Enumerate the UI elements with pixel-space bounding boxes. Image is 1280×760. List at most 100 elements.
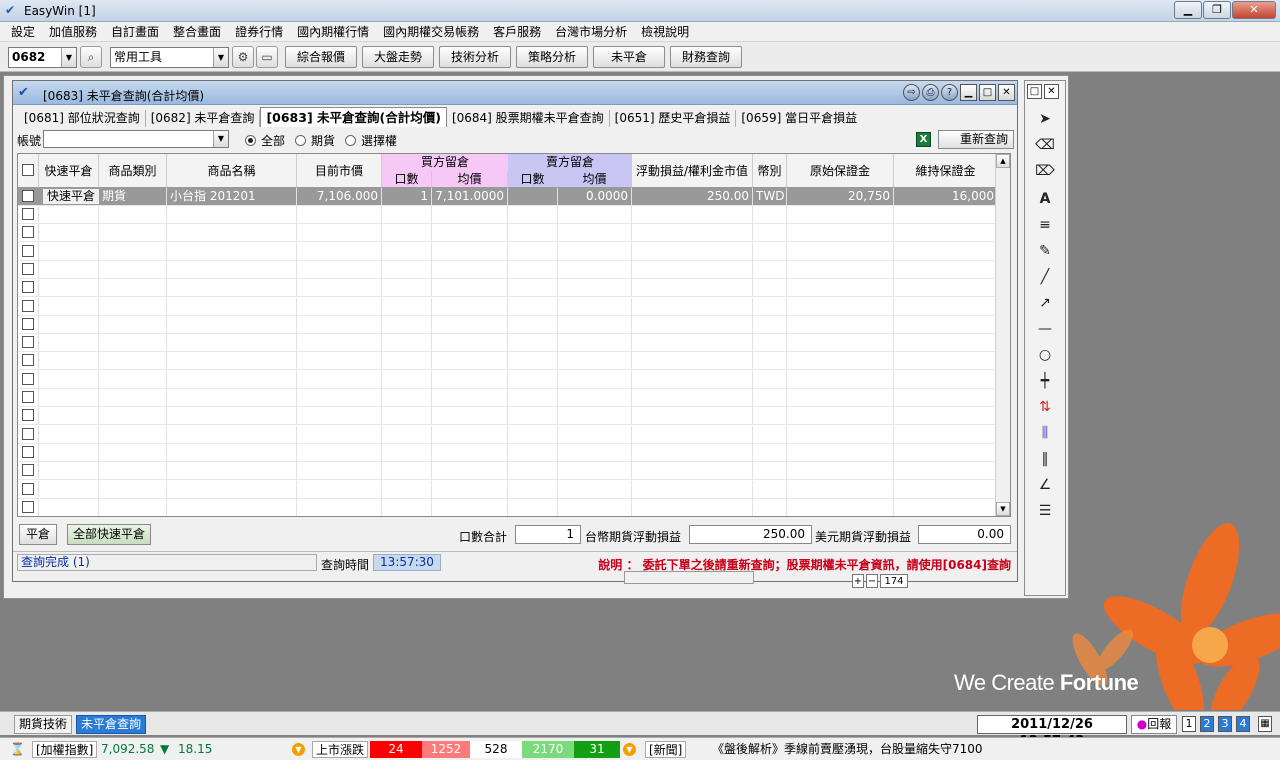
tool-select[interactable]: 常用工具 ▼: [110, 47, 229, 68]
search-icon[interactable]: ⌕: [80, 46, 102, 68]
grid-layout-icon[interactable]: ▦: [1258, 716, 1272, 732]
plus-icon[interactable]: +: [852, 574, 864, 588]
select-all-checkbox[interactable]: [22, 164, 34, 176]
gear-icon[interactable]: ⚙: [232, 46, 254, 68]
lines-icon[interactable]: ≡: [1025, 215, 1065, 235]
toolbar-button-finance[interactable]: 財務查詢: [670, 46, 742, 68]
row-checkbox[interactable]: [22, 500, 34, 513]
minimize-icon[interactable]: ▁: [960, 84, 977, 101]
restore-icon[interactable]: ❐: [1203, 1, 1231, 19]
empty-row[interactable]: [18, 315, 998, 334]
tab-0684[interactable]: [0684] 股票期權未平倉查詢: [447, 110, 610, 127]
menu-securities-quotes[interactable]: 證券行情: [228, 23, 290, 40]
toolbar-button-quotes[interactable]: 綜合報價: [285, 46, 357, 68]
tab-0651[interactable]: [0651] 歷史平倉損益: [610, 110, 737, 127]
angle-icon[interactable]: ∠: [1025, 475, 1065, 495]
radio-dot[interactable]: [245, 135, 256, 146]
radio-all[interactable]: 全部: [245, 132, 285, 149]
print-icon[interactable]: ⎙: [922, 84, 939, 101]
empty-row[interactable]: [18, 352, 998, 371]
empty-row[interactable]: [18, 206, 998, 224]
radio-dot[interactable]: [345, 135, 356, 146]
radio-dot[interactable]: [295, 135, 306, 146]
row-checkbox[interactable]: [22, 409, 34, 422]
news-headline[interactable]: 《盤後解析》季線前賣壓湧現，台股量縮失守7100: [712, 741, 983, 758]
menu-integrated-screen[interactable]: 整合畫面: [166, 23, 228, 40]
tab-0659[interactable]: [0659] 當日平倉損益: [736, 110, 862, 127]
empty-row[interactable]: [18, 224, 998, 243]
menu-taiwan-market[interactable]: 台灣市場分析: [548, 23, 634, 40]
row-checkbox[interactable]: [22, 281, 34, 294]
task-tab-open-position[interactable]: 未平倉查詢: [76, 715, 147, 734]
vertical-scrollbar[interactable]: ▲ ▼: [995, 154, 1010, 516]
layout-2[interactable]: 2: [1200, 716, 1214, 732]
close-icon[interactable]: ✕: [1044, 84, 1059, 99]
text-tag-icon[interactable]: ☰: [1025, 501, 1065, 521]
text-icon[interactable]: A: [1025, 189, 1065, 209]
background-hscroll[interactable]: [624, 571, 754, 584]
code-combo[interactable]: 0682 ▼: [8, 47, 77, 68]
report-button[interactable]: ●回報: [1131, 715, 1177, 734]
row-checkbox[interactable]: [22, 299, 34, 312]
empty-row[interactable]: [18, 260, 998, 279]
help-icon[interactable]: ?: [941, 84, 958, 101]
minus-icon[interactable]: −: [866, 574, 878, 588]
tab-0683[interactable]: [0683] 未平倉查詢(合計均價): [260, 107, 447, 127]
row-checkbox[interactable]: [22, 482, 34, 495]
tab-0681[interactable]: [0681] 部位狀況查詢: [19, 110, 146, 127]
empty-row[interactable]: [18, 443, 998, 462]
menu-settings[interactable]: 設定: [4, 23, 42, 40]
eraser-all-icon[interactable]: ⌦: [1025, 161, 1065, 181]
empty-row[interactable]: [18, 370, 998, 389]
empty-row[interactable]: [18, 407, 998, 426]
quick-close-button[interactable]: 快速平倉: [42, 188, 100, 205]
paint-icon[interactable]: ✎: [1025, 241, 1065, 261]
empty-row[interactable]: [18, 334, 998, 353]
row-checkbox[interactable]: [22, 244, 34, 257]
layout-3[interactable]: 3: [1218, 716, 1232, 732]
close-icon[interactable]: ✕: [1232, 1, 1276, 19]
toolbar-button-technical[interactable]: 技術分析: [439, 46, 511, 68]
table-row[interactable]: 快速平倉 期貨 小台指 201201 7,106.000 1 7,101.000…: [18, 188, 998, 206]
empty-row[interactable]: [18, 297, 998, 316]
scroll-down-icon[interactable]: ▼: [996, 502, 1010, 516]
circle-icon[interactable]: ○: [1025, 345, 1065, 365]
chevron-down-icon[interactable]: ▼: [61, 48, 76, 67]
menu-view-help[interactable]: 檢視說明: [634, 23, 696, 40]
empty-row[interactable]: [18, 425, 998, 444]
radio-futures[interactable]: 期貨: [295, 132, 335, 149]
tab-0682[interactable]: [0682] 未平倉查詢: [146, 110, 261, 127]
menu-customer-service[interactable]: 客戶服務: [486, 23, 548, 40]
close-icon[interactable]: ✕: [998, 84, 1015, 101]
eraser-icon[interactable]: ⌫: [1025, 135, 1065, 155]
pointer-icon[interactable]: ➤: [1025, 109, 1065, 129]
toolbar-button-strategy[interactable]: 策略分析: [516, 46, 588, 68]
layout-4[interactable]: 4: [1236, 716, 1250, 732]
radio-options[interactable]: 選擇權: [345, 132, 397, 149]
refresh-button[interactable]: 重新查詢: [938, 130, 1014, 149]
row-checkbox[interactable]: [22, 427, 34, 440]
maximize-icon[interactable]: □: [979, 84, 996, 101]
row-checkbox[interactable]: [22, 445, 34, 458]
parallel-lines-icon[interactable]: ‖: [1025, 449, 1065, 469]
row-checkbox[interactable]: [22, 208, 34, 220]
toolbar-button-open-position[interactable]: 未平倉: [593, 46, 665, 68]
empty-row[interactable]: [18, 279, 998, 298]
empty-row[interactable]: [18, 462, 998, 481]
close-position-button[interactable]: 平倉: [19, 524, 57, 545]
index-orb-icon[interactable]: ▼: [292, 743, 305, 756]
layout-1[interactable]: 1: [1182, 716, 1196, 732]
close-all-button[interactable]: 全部快速平倉: [67, 524, 151, 545]
row-checkbox[interactable]: [22, 262, 34, 275]
window-add-icon[interactable]: ▭: [256, 46, 278, 68]
task-tab-futures-tech[interactable]: 期貨技術: [14, 715, 73, 734]
export-icon[interactable]: ⇨: [903, 84, 920, 101]
line-icon[interactable]: ╱: [1025, 267, 1065, 287]
market-orb-icon[interactable]: ▼: [623, 743, 636, 756]
horizontal-line-icon[interactable]: —: [1025, 319, 1065, 339]
chevron-down-icon[interactable]: ▼: [213, 131, 228, 147]
arrow-line-icon[interactable]: ↗: [1025, 293, 1065, 313]
toolbar-button-market-trend[interactable]: 大盤走勢: [362, 46, 434, 68]
excel-icon[interactable]: X: [916, 132, 931, 147]
vertical-marker-icon[interactable]: ┿: [1025, 371, 1065, 391]
